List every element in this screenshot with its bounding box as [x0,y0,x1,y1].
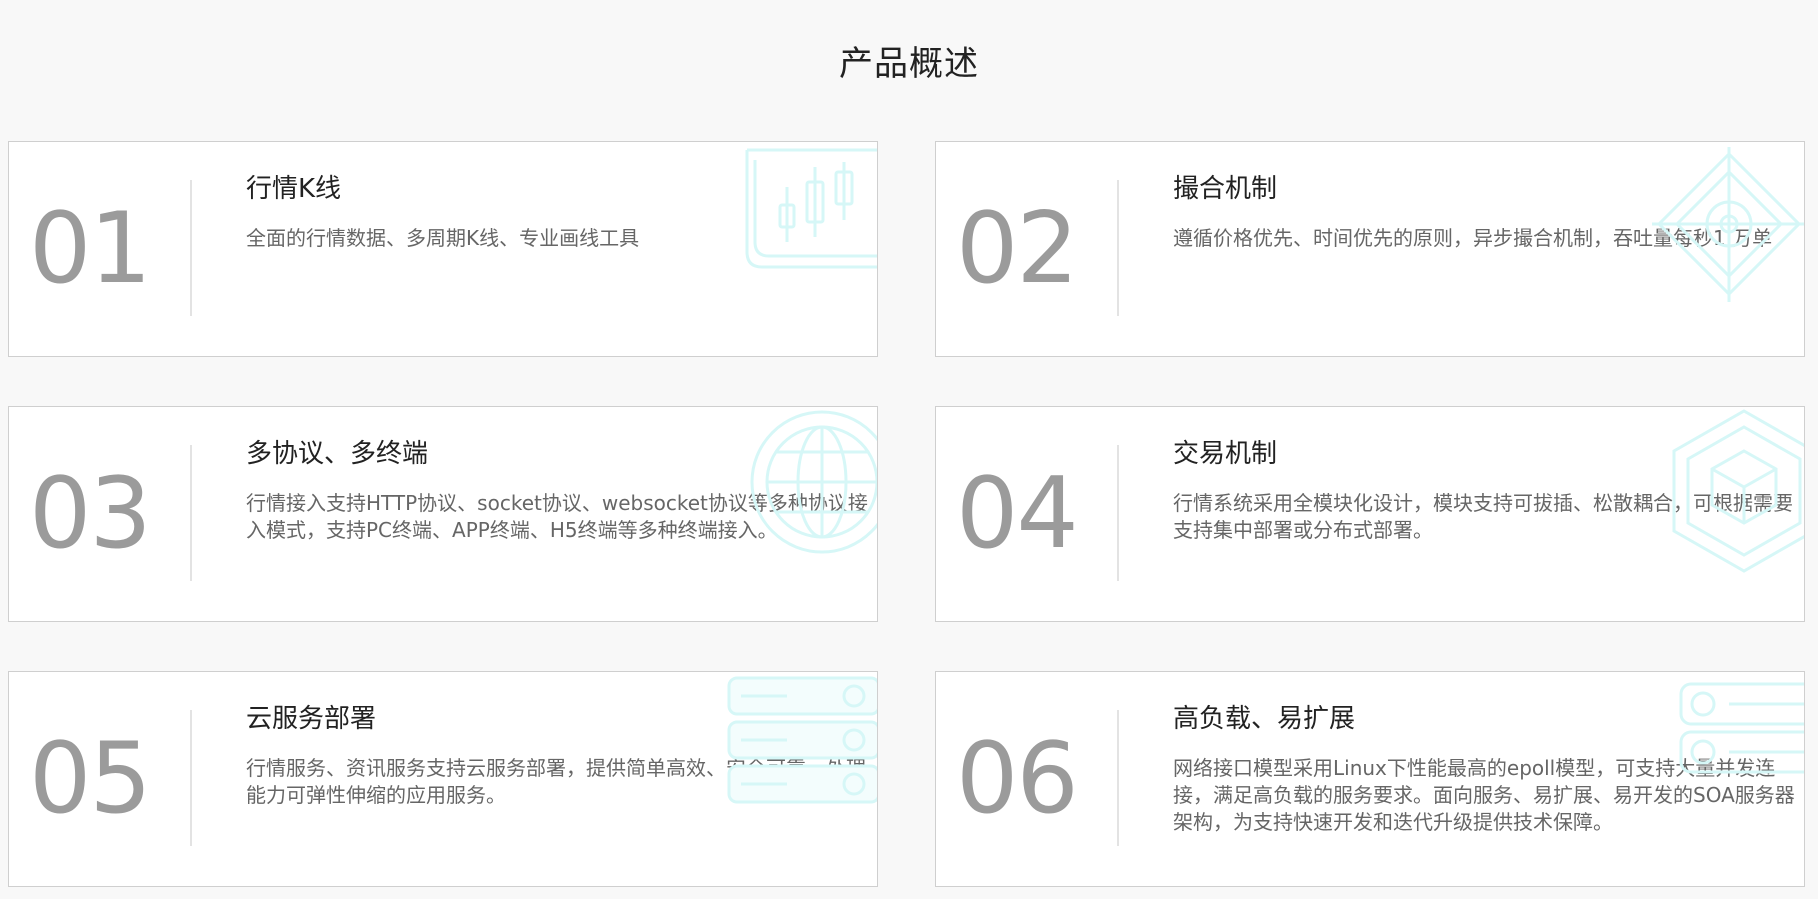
card-divider [190,180,192,316]
card-divider [1117,445,1119,581]
product-card-04: 04 交易机制 行情系统采用全模块化设计，模块支持可拔插、松散耦合，可根据需要支… [935,406,1805,622]
card-number: 05 [29,722,152,836]
card-title: 交易机制 [1173,439,1278,469]
card-divider [190,445,192,581]
card-title: 多协议、多终端 [246,439,429,469]
card-title: 云服务部署 [246,704,377,734]
product-card-05: 05 云服务部署 行情服务、资讯服务支持云服务部署，提供简单高效、安全可靠、处理… [8,671,878,887]
server-toggle-icon [1679,672,1804,782]
crosshair-diamond-icon [1634,142,1804,322]
candlestick-chart-icon [737,142,877,282]
card-title: 高负载、易扩展 [1173,704,1356,734]
product-card-03: 03 多协议、多终端 行情接入支持HTTP协议、socket协议、websock… [8,406,878,622]
card-title: 撮合机制 [1173,174,1278,204]
card-title: 行情K线 [246,174,342,204]
card-number: 06 [956,722,1079,836]
card-divider [1117,180,1119,316]
cube-hexagon-icon [1664,407,1804,577]
card-divider [1117,710,1119,846]
product-card-01: 01 行情K线 全面的行情数据、多周期K线、专业画线工具 [8,141,878,357]
server-rack-icon [727,672,877,812]
card-number: 01 [29,192,152,306]
product-card-02: 02 撮合机制 遵循价格优先、时间优先的原则，异步撮合机制，吞吐量每秒1 万单 [935,141,1805,357]
card-number: 03 [29,457,152,571]
card-divider [190,710,192,846]
globe-icon [737,407,877,557]
card-number: 02 [956,192,1079,306]
card-number: 04 [956,457,1079,571]
page-title: 产品概述 [839,44,979,84]
product-card-06: 06 高负载、易扩展 网络接口模型采用Linux下性能最高的epoll模型，可支… [935,671,1805,887]
